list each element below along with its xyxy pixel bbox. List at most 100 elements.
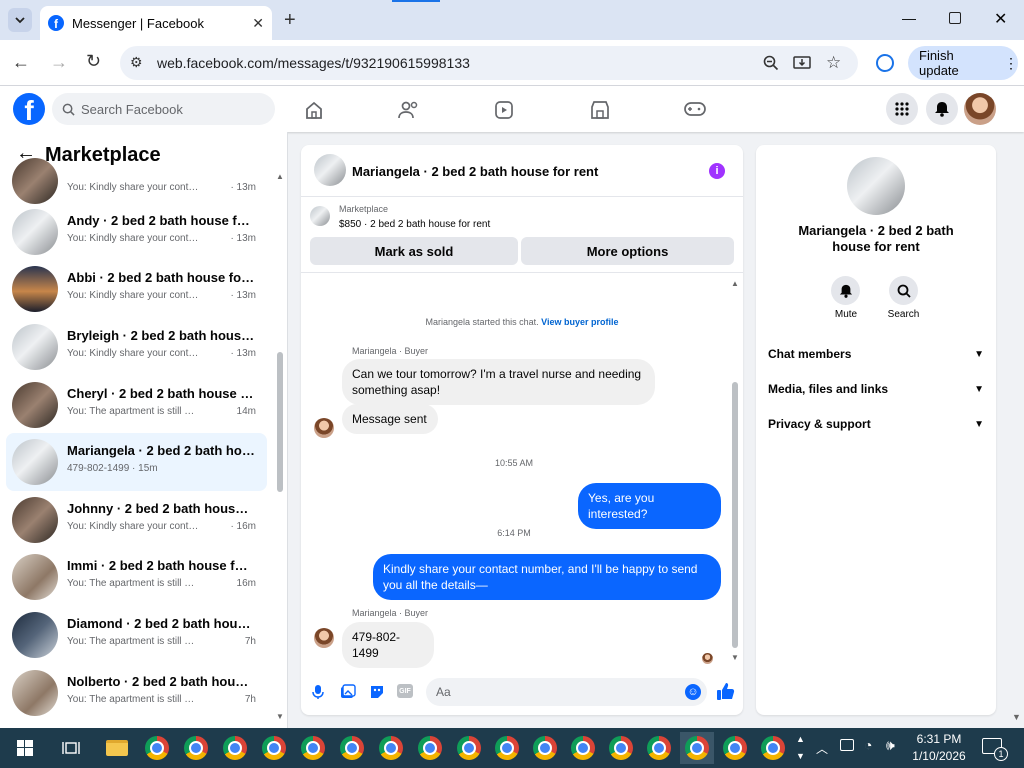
media-files-accordion[interactable]: Media, files and links ▼ [768, 377, 984, 401]
scroll-down-icon[interactable]: ▼ [731, 653, 739, 662]
chat-members-accordion[interactable]: Chat members ▼ [768, 342, 984, 366]
chat-scrollbar[interactable]: ▲ ▼ [730, 279, 740, 663]
conversation-row[interactable]: Diamond · 2 bed 2 bath house f... You: T… [6, 606, 267, 664]
chrome-taskbar-icon[interactable] [566, 732, 600, 764]
scroll-up-icon[interactable]: ▲ [731, 279, 739, 288]
close-window-button[interactable]: ✕ [994, 9, 1007, 29]
mark-as-sold-button[interactable]: Mark as sold [310, 237, 518, 265]
chrome-taskbar-icon[interactable] [374, 732, 408, 764]
chrome-taskbar-icon[interactable] [257, 732, 291, 764]
chrome-taskbar-icon[interactable] [218, 732, 252, 764]
zoom-icon[interactable] [763, 55, 779, 71]
chrome-taskbar-icon[interactable] [179, 732, 213, 764]
conversation-row[interactable]: Bryleigh · 2 bed 2 bath house f... You: … [6, 318, 267, 376]
chrome-taskbar-icon-active[interactable] [680, 732, 714, 764]
gif-icon[interactable]: GIF [397, 684, 413, 698]
outgoing-message[interactable]: Kindly share your contact number, and I'… [373, 554, 721, 600]
volume-icon[interactable]: 🕪 [886, 737, 895, 754]
conversation-row[interactable]: Johnny · 2 bed 2 bath house for... You: … [6, 491, 267, 549]
gaming-icon[interactable] [684, 101, 706, 117]
back-button[interactable]: ← [12, 52, 30, 73]
browser-tab-strip: f Messenger | Facebook ✕ + — ✕ [0, 0, 1024, 40]
address-bar[interactable]: ⚙ web.facebook.com/messages/t/9321906159… [120, 46, 858, 80]
site-info-icon[interactable]: ⚙ [130, 54, 143, 71]
message-input[interactable]: Aa ☺ [426, 678, 707, 706]
scroll-down-icon[interactable]: ▼ [276, 712, 284, 721]
tab-search-dropdown[interactable] [8, 8, 32, 32]
file-explorer-button[interactable] [100, 732, 134, 764]
new-tab-button[interactable]: + [284, 9, 296, 32]
conversation-row[interactable]: Andy · 2 bed 2 bath house for r... You: … [6, 203, 267, 261]
browser-tab[interactable]: f Messenger | Facebook ✕ [40, 6, 272, 40]
scroll-up-icon[interactable]: ▲ [276, 172, 284, 181]
network-icon[interactable]: ◔ [864, 737, 872, 753]
marketplace-icon[interactable] [590, 100, 610, 120]
finish-update-button[interactable]: Finish update ⋮ [908, 46, 1018, 80]
chat-title[interactable]: Mariangela · 2 bed 2 bath house for rent [352, 164, 598, 179]
chrome-taskbar-icon[interactable] [296, 732, 330, 764]
chrome-taskbar-icon[interactable] [490, 732, 524, 764]
view-buyer-profile-link[interactable]: View buyer profile [541, 317, 618, 327]
account-avatar[interactable] [964, 93, 996, 125]
facebook-logo-icon[interactable]: f [13, 93, 45, 125]
like-thumbs-up-icon[interactable] [716, 682, 736, 702]
privacy-support-accordion[interactable]: Privacy & support ▼ [768, 412, 984, 436]
install-app-icon[interactable] [793, 54, 811, 72]
info-avatar[interactable] [847, 157, 905, 215]
clock-time[interactable]: 6:31 PM [905, 732, 973, 746]
bookmark-star-icon[interactable]: ☆ [826, 53, 841, 73]
meet-now-icon[interactable] [840, 739, 854, 751]
outgoing-message[interactable]: Yes, are you interested? [578, 483, 721, 529]
chrome-taskbar-icon[interactable] [140, 732, 174, 764]
conversation-row[interactable]: Cheryl · 2 bed 2 bath house for ... You:… [6, 376, 267, 434]
task-view-button[interactable] [54, 732, 88, 764]
chrome-taskbar-icon[interactable] [335, 732, 369, 764]
incoming-message[interactable]: Can we tour tomorrow? I'm a travel nurse… [342, 359, 655, 405]
chrome-taskbar-icon[interactable] [642, 732, 676, 764]
start-button[interactable] [8, 732, 42, 764]
conversation-row[interactable]: Nolberto · 2 bed 2 bath house f... You: … [6, 664, 267, 722]
forward-button[interactable]: → [50, 52, 68, 73]
clock-date[interactable]: 1/10/2026 [905, 749, 973, 763]
facebook-search-input[interactable]: Search Facebook [52, 93, 275, 125]
microphone-icon[interactable] [312, 684, 324, 700]
scroll-thumb[interactable] [277, 352, 283, 492]
incoming-message[interactable]: Message sent [342, 404, 438, 434]
tab-close-icon[interactable]: ✕ [252, 15, 264, 32]
more-options-button[interactable]: More options [521, 237, 734, 265]
chat-avatar[interactable] [314, 154, 346, 186]
show-hidden-icons-chevron-up-icon[interactable]: ︿ [816, 740, 828, 757]
emoji-icon[interactable]: ☺ [685, 684, 701, 700]
notifications-button[interactable] [926, 93, 958, 125]
chrome-taskbar-icon[interactable] [528, 732, 562, 764]
info-icon[interactable]: i [709, 163, 725, 179]
video-icon[interactable] [494, 100, 514, 120]
sidebar-scrollbar[interactable]: ▲ ▼ [276, 172, 284, 722]
friends-icon[interactable] [398, 100, 420, 120]
listing-thumbnail [12, 497, 58, 543]
listing-thumbnail [12, 554, 58, 600]
reload-button[interactable]: ↻ [86, 51, 101, 72]
incoming-message[interactable]: 479-802-1499 [342, 622, 434, 668]
chrome-taskbar-icon[interactable] [718, 732, 752, 764]
search-conversation-button[interactable] [889, 276, 918, 305]
chrome-taskbar-icon[interactable] [604, 732, 638, 764]
conversation-row-active[interactable]: Mariangela · 2 bed 2 bath hous... 479-80… [6, 433, 267, 491]
conversation-row[interactable]: Abbi · 2 bed 2 bath house for re... You:… [6, 260, 267, 318]
restore-button[interactable] [949, 12, 961, 24]
conversation-row[interactable]: Immi · 2 bed 2 bath house for r... You: … [6, 548, 267, 606]
home-icon[interactable] [304, 100, 324, 120]
taskbar-overflow-arrows[interactable]: ▲ ▼ [796, 731, 805, 765]
photo-icon[interactable] [340, 684, 356, 700]
mute-button[interactable] [831, 276, 860, 305]
page-scroll-down-icon[interactable]: ▼ [1012, 712, 1021, 722]
chrome-taskbar-icon[interactable] [413, 732, 447, 764]
profile-icon[interactable] [876, 54, 894, 72]
chrome-taskbar-icon[interactable] [756, 732, 790, 764]
conversation-row[interactable]: You: Kindly share your contact n... · 13… [6, 152, 267, 210]
scroll-thumb[interactable] [732, 382, 738, 648]
minimize-button[interactable]: — [902, 10, 916, 26]
sticker-icon[interactable] [369, 684, 385, 700]
menu-button[interactable] [886, 93, 918, 125]
chrome-taskbar-icon[interactable] [452, 732, 486, 764]
